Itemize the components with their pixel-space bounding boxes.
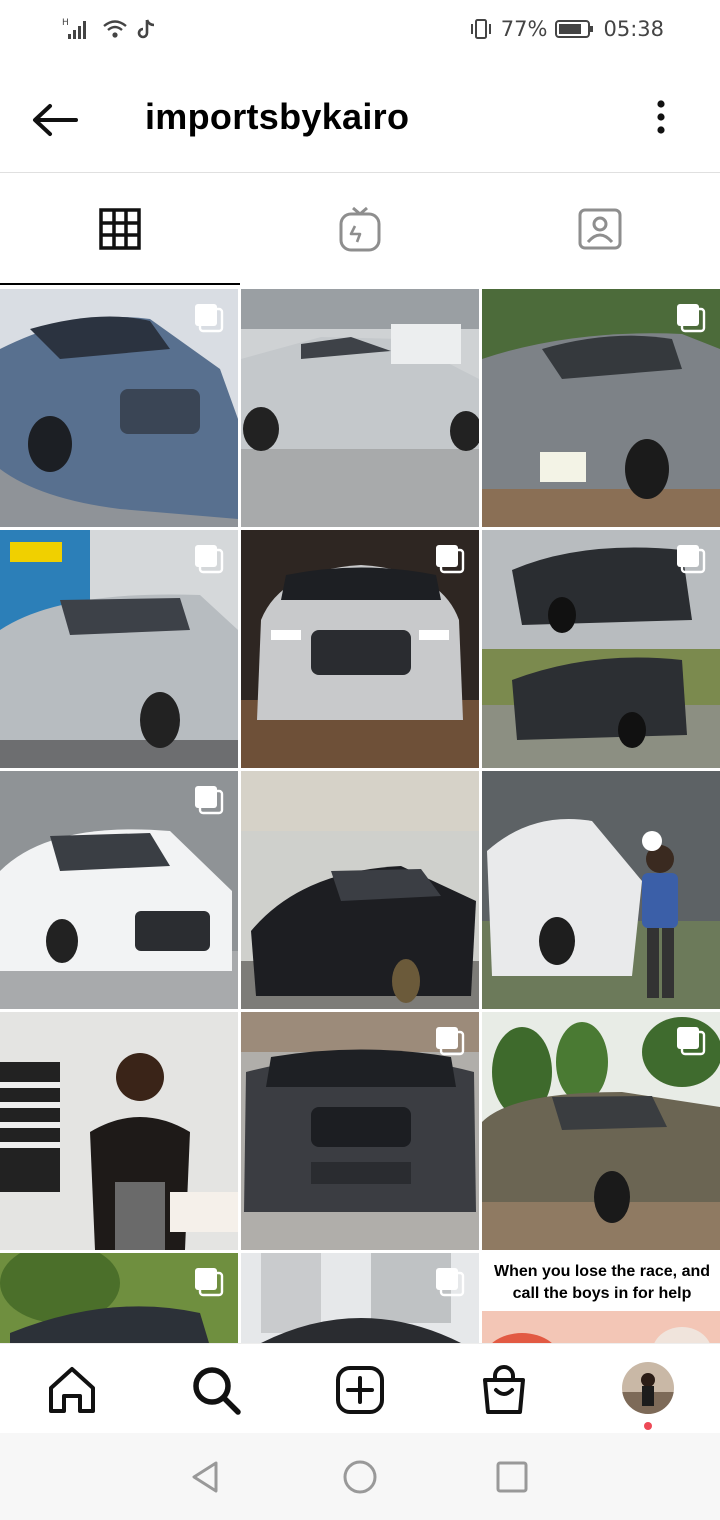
post-thumbnail[interactable] (482, 289, 720, 527)
post-thumbnail[interactable] (482, 771, 720, 1009)
wifi-icon (103, 20, 127, 38)
post-thumbnail[interactable] (0, 530, 238, 768)
igtv-icon (339, 206, 381, 252)
post-thumbnail[interactable] (241, 771, 479, 1009)
profile-tabs (0, 173, 720, 285)
post-grid: When you lose the race, and call the boy… (0, 289, 720, 1343)
vibrate-icon (470, 19, 491, 39)
meme-caption: When you lose the race, and call the boy… (493, 1263, 711, 1302)
multiple-photos-icon (436, 1027, 465, 1056)
profile-header: importsbykairo (0, 62, 720, 173)
post-thumbnail[interactable] (241, 530, 479, 768)
page-title: importsbykairo (145, 96, 410, 137)
post-thumbnail[interactable] (0, 289, 238, 527)
home-icon[interactable] (46, 1364, 98, 1416)
shop-icon[interactable] (478, 1364, 530, 1416)
multiple-photos-icon (195, 304, 224, 333)
grid-icon (99, 208, 141, 250)
tagged-icon (578, 208, 622, 250)
post-thumbnail[interactable] (482, 1012, 720, 1250)
tiktok-icon (137, 19, 155, 39)
post-thumbnail[interactable] (241, 289, 479, 527)
battery-icon (555, 20, 594, 38)
battery-percent: 77% (500, 17, 548, 41)
multiple-photos-icon (677, 545, 706, 574)
multiple-photos-icon (195, 1268, 224, 1297)
tab-grid[interactable] (0, 173, 240, 285)
post-thumbnail[interactable] (241, 1253, 479, 1343)
tab-tagged[interactable] (480, 173, 720, 285)
multiple-photos-icon (195, 545, 224, 574)
multiple-photos-icon (677, 1027, 706, 1056)
system-home-icon[interactable] (340, 1457, 380, 1497)
svg-text:H: H (62, 18, 69, 28)
signal-icon: H (62, 18, 86, 39)
search-icon[interactable] (190, 1364, 242, 1416)
post-thumbnail[interactable] (0, 1253, 238, 1343)
post-thumbnail[interactable] (0, 771, 238, 1009)
more-options-icon[interactable] (650, 96, 672, 146)
system-back-icon[interactable] (186, 1457, 226, 1497)
multiple-photos-icon (436, 1268, 465, 1297)
post-thumbnail[interactable] (0, 1012, 238, 1250)
post-thumbnail[interactable]: When you lose the race, and call the boy… (482, 1253, 720, 1343)
status-bar: H 77% 05:38 (0, 0, 720, 62)
post-thumbnail[interactable] (482, 530, 720, 768)
notification-dot (644, 1422, 652, 1430)
multiple-photos-icon (436, 545, 465, 574)
new-post-icon[interactable] (334, 1364, 386, 1416)
clock: 05:38 (603, 17, 664, 41)
post-thumbnail[interactable] (241, 1012, 479, 1250)
back-arrow-icon[interactable] (30, 98, 82, 142)
profile-avatar[interactable] (622, 1362, 674, 1414)
multiple-photos-icon (677, 304, 706, 333)
system-recents-icon[interactable] (492, 1457, 532, 1497)
system-navigation (0, 1433, 720, 1520)
bottom-navigation (0, 1343, 720, 1434)
tab-igtv[interactable] (240, 173, 480, 285)
multiple-photos-icon (195, 786, 224, 815)
